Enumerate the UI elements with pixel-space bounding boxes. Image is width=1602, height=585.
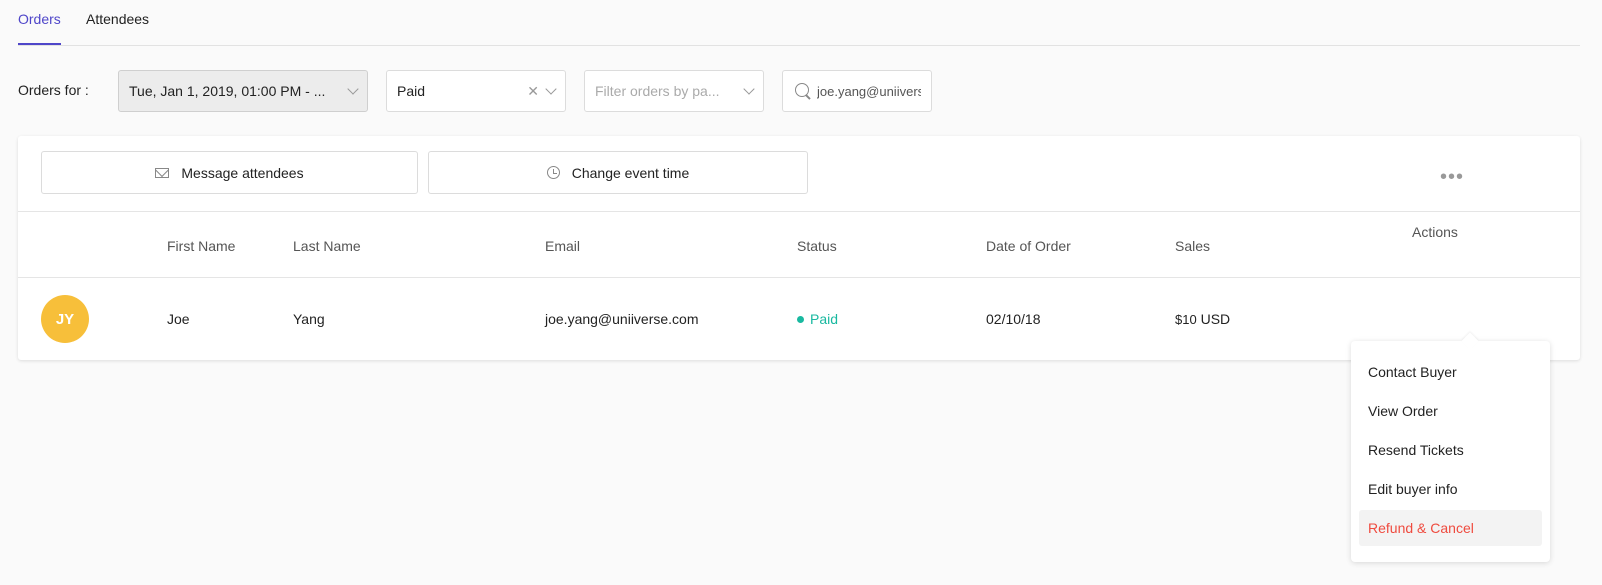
status-dot — [797, 315, 804, 323]
header-last-name: Last Name — [293, 238, 361, 254]
header-first-name: First Name — [167, 238, 236, 254]
orders-for-label: Orders for : — [18, 82, 89, 98]
status-filter-select[interactable]: Paid ✕ — [386, 70, 566, 112]
chevron-down-icon — [545, 83, 557, 95]
cell-sales: $10 USD — [1175, 311, 1230, 327]
cell-first-name: Joe — [167, 311, 190, 327]
status-badge: Paid — [797, 311, 838, 327]
event-date-select[interactable]: Tue, Jan 1, 2019, 01:00 PM - ... — [118, 70, 368, 112]
more-horizontal-icon[interactable]: ••• — [1440, 167, 1464, 187]
status-text: Paid — [810, 311, 839, 327]
menu-item-resend-tickets[interactable]: Resend Tickets — [1359, 432, 1542, 468]
payment-filter-placeholder: Filter orders by pa... — [595, 83, 720, 99]
tabs-bar: Orders Attendees — [18, 0, 1580, 46]
search-icon — [795, 83, 809, 97]
tab-attendees[interactable]: Attendees — [86, 11, 149, 43]
message-attendees-button[interactable]: Message attendees — [41, 151, 418, 194]
payment-filter-select[interactable]: Filter orders by pa... — [584, 70, 764, 112]
change-event-time-button[interactable]: Change event time — [428, 151, 808, 194]
menu-item-refund-cancel[interactable]: Refund & Cancel — [1359, 510, 1542, 546]
search-input-value: joe.yang@uniiverse.com — [817, 83, 921, 99]
search-input[interactable]: joe.yang@uniiverse.com — [782, 70, 932, 112]
cell-last-name: Yang — [293, 311, 325, 327]
change-event-time-label: Change event time — [571, 164, 690, 181]
close-icon[interactable]: ✕ — [527, 83, 539, 100]
sales-currency: USD — [1200, 311, 1231, 327]
chevron-down-icon — [347, 83, 359, 95]
message-attendees-label: Message attendees — [181, 164, 304, 181]
header-sales: Sales — [1175, 238, 1211, 254]
menu-item-edit-buyer-info[interactable]: Edit buyer info — [1359, 471, 1542, 507]
menu-item-view-order[interactable]: View Order — [1359, 393, 1542, 429]
status-filter-value: Paid — [397, 83, 426, 99]
menu-item-contact-buyer[interactable]: Contact Buyer — [1359, 354, 1542, 390]
cell-email: joe.yang@uniiverse.com — [545, 311, 699, 327]
avatar: JY — [41, 295, 89, 343]
tab-orders[interactable]: Orders — [18, 11, 61, 45]
header-status: Status — [797, 238, 837, 254]
row-actions-menu: Contact Buyer View Order Resend Tickets … — [1351, 341, 1550, 562]
cell-date: 02/10/18 — [986, 311, 1041, 327]
mail-icon — [155, 167, 170, 178]
orders-card: Message attendees Change event time Firs… — [18, 136, 1580, 360]
divider — [18, 277, 1580, 278]
alarm-clock-icon — [546, 166, 560, 179]
header-email: Email — [545, 238, 581, 254]
event-date-value: Tue, Jan 1, 2019, 01:00 PM - ... — [129, 83, 326, 99]
header-date-of-order: Date of Order — [986, 238, 1071, 254]
chevron-down-icon — [743, 83, 755, 95]
header-actions: Actions — [1412, 224, 1458, 240]
sales-amount: $10 — [1175, 312, 1197, 327]
divider — [18, 211, 1580, 212]
